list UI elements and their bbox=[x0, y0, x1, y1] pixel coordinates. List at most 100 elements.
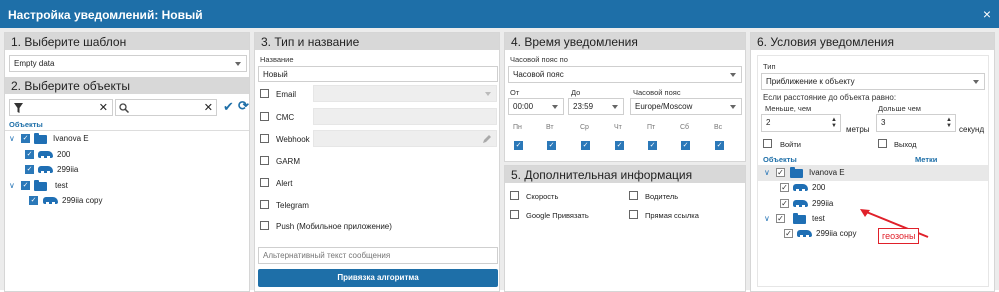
day-label: Сб bbox=[680, 124, 690, 131]
push-checkbox[interactable] bbox=[260, 221, 269, 230]
zone-select[interactable]: Europe/Moscow bbox=[630, 98, 742, 115]
panel-type-name: 3. Тип и название Название Новый Email С… bbox=[254, 32, 500, 292]
dialog-titlebar: Настройка уведомлений: Новый × bbox=[0, 0, 999, 28]
folder-icon bbox=[793, 213, 806, 224]
condition-type-select[interactable]: Приближение к объекту bbox=[761, 73, 985, 90]
tree-checkbox[interactable]: ✓ bbox=[776, 168, 785, 177]
chevron-down-icon[interactable]: ∨ bbox=[9, 134, 15, 143]
distance-label: Если расстояние до объекта равно: bbox=[763, 93, 897, 102]
chevron-down-icon[interactable]: ∨ bbox=[764, 168, 770, 177]
more-input[interactable]: 3 ▲ ▼ bbox=[876, 114, 956, 132]
enter-checkbox[interactable] bbox=[763, 139, 772, 148]
driver-checkbox[interactable] bbox=[629, 191, 638, 200]
tree-checkbox[interactable]: ✓ bbox=[21, 181, 30, 190]
timezone-by-value: Часовой пояс bbox=[513, 70, 564, 79]
sms-checkbox[interactable] bbox=[260, 112, 269, 121]
folder-icon bbox=[790, 167, 803, 178]
search-input[interactable]: ✕ bbox=[115, 99, 217, 116]
speed-checkbox[interactable] bbox=[510, 191, 519, 200]
more-label: Дольше чем bbox=[878, 104, 921, 113]
search-icon bbox=[119, 103, 129, 113]
tree-checkbox[interactable]: ✓ bbox=[780, 183, 789, 192]
sms-input[interactable] bbox=[313, 108, 497, 125]
more-value: 3 bbox=[881, 118, 886, 127]
tree-checkbox[interactable]: ✓ bbox=[776, 214, 785, 223]
alt-text-input[interactable] bbox=[258, 247, 498, 264]
car-icon bbox=[797, 230, 812, 237]
folder-icon bbox=[34, 180, 47, 191]
type-label: Тип bbox=[763, 62, 776, 71]
car-icon bbox=[38, 166, 53, 173]
day-checkbox[interactable]: ✓ bbox=[681, 141, 690, 150]
day-checkbox[interactable]: ✓ bbox=[581, 141, 590, 150]
garm-checkbox[interactable] bbox=[260, 156, 269, 165]
spinner-icon[interactable]: ▲ ▼ bbox=[946, 117, 952, 129]
type-label: GARM bbox=[276, 157, 300, 166]
type-label: Webhook bbox=[276, 135, 310, 144]
tags-column-header: Метки bbox=[915, 155, 938, 164]
panel-objects: 1. Выберите шаблон Empty data 2. Выберит… bbox=[4, 32, 250, 292]
pencil-icon[interactable] bbox=[482, 134, 492, 144]
email-checkbox[interactable] bbox=[260, 89, 269, 98]
panel-header-conditions: 6. Условия уведомления bbox=[751, 33, 994, 50]
alert-checkbox[interactable] bbox=[260, 178, 269, 187]
from-select[interactable]: 00:00 bbox=[508, 98, 564, 115]
day-label: Чт bbox=[614, 124, 622, 131]
day-label: Вт bbox=[546, 124, 554, 131]
name-input[interactable]: Новый bbox=[258, 66, 498, 82]
filter-input[interactable]: ✕ bbox=[9, 99, 113, 116]
filter-icon[interactable] bbox=[14, 103, 23, 113]
to-select[interactable]: 23:59 bbox=[568, 98, 624, 115]
car-icon bbox=[793, 184, 808, 191]
panel-time: 4. Время уведомления Часовой пояс по Час… bbox=[504, 32, 746, 162]
exit-checkbox[interactable] bbox=[878, 139, 887, 148]
chevron-down-icon bbox=[485, 92, 491, 96]
tree-item-label: 299iia copy bbox=[62, 196, 103, 205]
algorithm-button[interactable]: Привязка алгоритма bbox=[258, 269, 498, 287]
clear-search-icon[interactable]: ✕ bbox=[204, 101, 213, 114]
template-select[interactable]: Empty data bbox=[9, 55, 247, 72]
chevron-down-icon bbox=[730, 105, 736, 109]
tree-item-label: 299iia copy bbox=[816, 229, 857, 238]
tree-checkbox[interactable]: ✓ bbox=[29, 196, 38, 205]
meters-label: метры bbox=[846, 125, 870, 134]
refresh-icon[interactable]: ⟳ bbox=[238, 98, 249, 114]
spinner-icon[interactable]: ▲ ▼ bbox=[831, 117, 837, 129]
day-checkbox[interactable]: ✓ bbox=[514, 141, 523, 150]
panel-header-type: 3. Тип и название bbox=[255, 33, 499, 50]
telegram-checkbox[interactable] bbox=[260, 200, 269, 209]
tree-checkbox[interactable]: ✓ bbox=[780, 199, 789, 208]
tree-item-label: 299iia bbox=[57, 165, 79, 174]
tree-checkbox[interactable]: ✓ bbox=[784, 229, 793, 238]
webhook-checkbox[interactable] bbox=[260, 134, 269, 143]
from-value: 00:00 bbox=[513, 102, 534, 111]
zone-value: Europe/Moscow bbox=[635, 102, 693, 111]
timezone-by-select[interactable]: Часовой пояс bbox=[508, 66, 742, 83]
check-all-icon[interactable]: ✔ bbox=[223, 99, 234, 115]
less-input[interactable]: 2 ▲ ▼ bbox=[761, 114, 841, 132]
day-checkbox[interactable]: ✓ bbox=[715, 141, 724, 150]
day-checkbox[interactable]: ✓ bbox=[648, 141, 657, 150]
chevron-down-icon bbox=[973, 80, 979, 84]
chevron-down-icon[interactable]: ∨ bbox=[764, 214, 770, 223]
day-label: Пт bbox=[647, 124, 656, 131]
email-select[interactable] bbox=[313, 85, 497, 102]
tree-checkbox[interactable]: ✓ bbox=[25, 165, 34, 174]
webhook-input[interactable] bbox=[313, 130, 497, 147]
day-checkbox[interactable]: ✓ bbox=[615, 141, 624, 150]
exit-label: Выход bbox=[894, 140, 917, 149]
direct-link-checkbox[interactable] bbox=[629, 210, 638, 219]
tree-checkbox[interactable]: ✓ bbox=[25, 150, 34, 159]
chevron-down-icon[interactable]: ∨ bbox=[9, 181, 15, 190]
car-icon bbox=[43, 197, 58, 204]
day-label: Ср bbox=[580, 124, 589, 131]
tree-checkbox[interactable]: ✓ bbox=[21, 134, 30, 143]
day-checkbox[interactable]: ✓ bbox=[547, 141, 556, 150]
objects-column-header: Объекты bbox=[763, 155, 797, 164]
close-icon[interactable]: × bbox=[983, 6, 991, 22]
name-label: Название bbox=[260, 55, 294, 64]
google-link-checkbox[interactable] bbox=[510, 210, 519, 219]
type-label: СМС bbox=[276, 113, 295, 122]
panel-header-objects: 2. Выберите объекты bbox=[5, 77, 249, 94]
clear-filter-icon[interactable]: ✕ bbox=[99, 101, 108, 114]
